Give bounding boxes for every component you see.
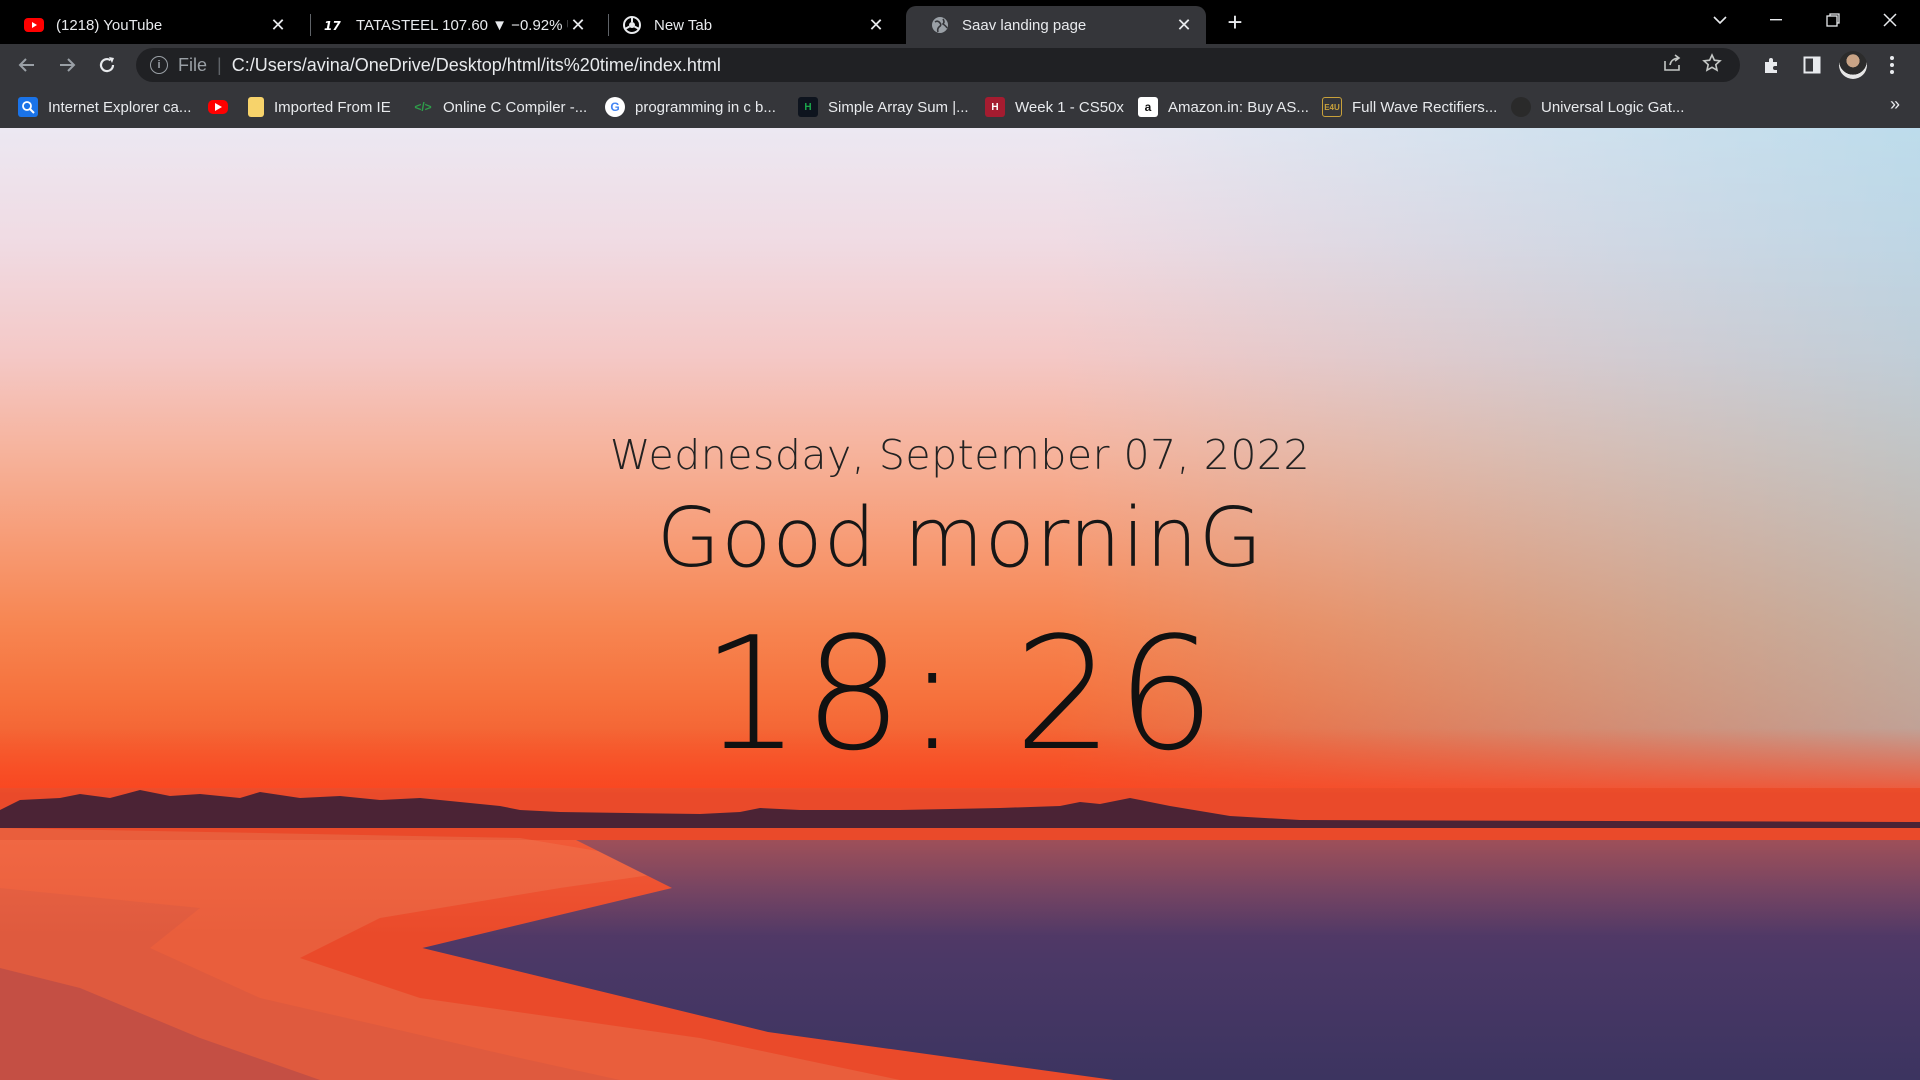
url-text[interactable]: C:/Users/avina/OneDrive/Desktop/html/its… — [232, 55, 721, 76]
tab-strip: (1218) YouTube ✕ 17 TATASTEEL 107.60 ▼ −… — [0, 0, 1920, 44]
hackerrank-icon: H — [798, 97, 818, 117]
globe-icon — [930, 15, 950, 35]
e4u-icon: E4U — [1322, 97, 1342, 117]
url-divider: | — [217, 54, 222, 75]
svg-text:17: 17 — [324, 19, 341, 32]
bookmark-imported-from-ie[interactable]: Imported From IE — [248, 95, 391, 119]
back-button[interactable] — [11, 49, 43, 81]
tab-title: (1218) YouTube — [56, 16, 163, 34]
address-bar[interactable]: i File | C:/Users/avina/OneDrive/Desktop… — [136, 48, 1740, 82]
tab-tatasteel[interactable]: 17 TATASTEEL 107.60 ▼ −0.92% Unn ✕ — [300, 6, 600, 44]
bookmarks-bar: Internet Explorer ca... Imported From IE… — [0, 86, 1920, 128]
close-tab-icon[interactable]: ✕ — [1174, 15, 1194, 35]
share-icon[interactable] — [1662, 53, 1682, 79]
tab-search-icon[interactable] — [1692, 0, 1748, 40]
browser-toolbar: i File | C:/Users/avina/OneDrive/Desktop… — [0, 44, 1920, 86]
dark-circle-icon — [1511, 97, 1531, 117]
bookmark-universal-logic-gates[interactable]: Universal Logic Gat... — [1511, 95, 1684, 119]
folder-icon — [248, 97, 264, 117]
bookmark-star-icon[interactable] — [1702, 53, 1722, 79]
bookmark-programming-in-c[interactable]: G programming in c b... — [605, 95, 776, 119]
tab-title: Saav landing page — [962, 16, 1087, 34]
youtube-icon — [208, 100, 228, 114]
bookmark-label: Universal Logic Gat... — [1541, 98, 1685, 116]
reload-button[interactable] — [91, 49, 123, 81]
bookmark-internet-explorer[interactable]: Internet Explorer ca... — [18, 95, 191, 119]
extensions-icon[interactable] — [1756, 49, 1788, 81]
bookmark-full-wave-rectifiers[interactable]: E4U Full Wave Rectifiers... — [1322, 95, 1497, 119]
chrome-icon — [622, 15, 642, 35]
bookmark-label: Imported From IE — [274, 98, 391, 116]
clock-widget: Wednesday, September 07, 2022 Good morni… — [0, 128, 1920, 1080]
tradingview-icon: 17 — [324, 15, 344, 35]
bookmark-simple-array-sum[interactable]: H Simple Array Sum |... — [798, 95, 969, 119]
bookmark-label: Full Wave Rectifiers... — [1352, 98, 1498, 116]
page-viewport: Wednesday, September 07, 2022 Good morni… — [0, 128, 1920, 1080]
greeting-text: Good morninG — [656, 491, 1264, 586]
site-info-icon[interactable]: i — [150, 56, 168, 74]
bookmark-label: Internet Explorer ca... — [48, 98, 192, 116]
bookmark-label: Online C Compiler -... — [443, 98, 588, 116]
restore-button[interactable] — [1805, 0, 1861, 40]
profile-avatar[interactable] — [1839, 51, 1867, 79]
tab-title: TATASTEEL 107.60 ▼ −0.92% Unn — [356, 16, 568, 34]
code-icon: </> — [414, 100, 432, 114]
bookmark-online-c-compiler[interactable]: </> Online C Compiler -... — [413, 95, 587, 119]
more-bookmarks-button[interactable]: » — [1890, 94, 1900, 115]
close-tab-icon[interactable]: ✕ — [866, 15, 886, 35]
bookmark-label: programming in c b... — [635, 98, 776, 116]
tab-new-tab[interactable]: New Tab ✕ — [598, 6, 898, 44]
forward-button[interactable] — [51, 49, 83, 81]
bookmark-label: Simple Array Sum |... — [828, 98, 969, 116]
bookmark-amazon[interactable]: a Amazon.in: Buy AS... — [1138, 95, 1309, 119]
new-tab-button[interactable]: + — [1220, 8, 1250, 38]
bookmark-youtube[interactable] — [208, 95, 238, 119]
tab-saav-landing-page[interactable]: Saav landing page ✕ — [906, 6, 1206, 44]
amazon-icon: a — [1138, 97, 1158, 117]
bookmark-label: Week 1 - CS50x — [1015, 98, 1124, 116]
date-display: Wednesday, September 07, 2022 — [609, 431, 1311, 479]
tab-title: New Tab — [654, 16, 713, 34]
bookmark-label: Amazon.in: Buy AS... — [1168, 98, 1309, 116]
minimize-button[interactable] — [1748, 0, 1804, 40]
menu-kebab-icon[interactable] — [1876, 49, 1908, 81]
bookmark-cs50x[interactable]: H Week 1 - CS50x — [985, 95, 1124, 119]
close-tab-icon[interactable]: ✕ — [268, 15, 288, 35]
url-scheme: File — [178, 54, 208, 75]
time-display: 18: 26 — [701, 603, 1219, 785]
close-tab-icon[interactable]: ✕ — [568, 15, 588, 35]
youtube-icon — [24, 15, 44, 35]
google-icon: G — [605, 97, 625, 117]
side-panel-icon[interactable] — [1796, 49, 1828, 81]
tab-youtube[interactable]: (1218) YouTube ✕ — [0, 6, 300, 44]
harvard-icon: H — [985, 97, 1005, 117]
ie-search-icon — [18, 97, 38, 117]
close-window-button[interactable] — [1862, 0, 1918, 40]
